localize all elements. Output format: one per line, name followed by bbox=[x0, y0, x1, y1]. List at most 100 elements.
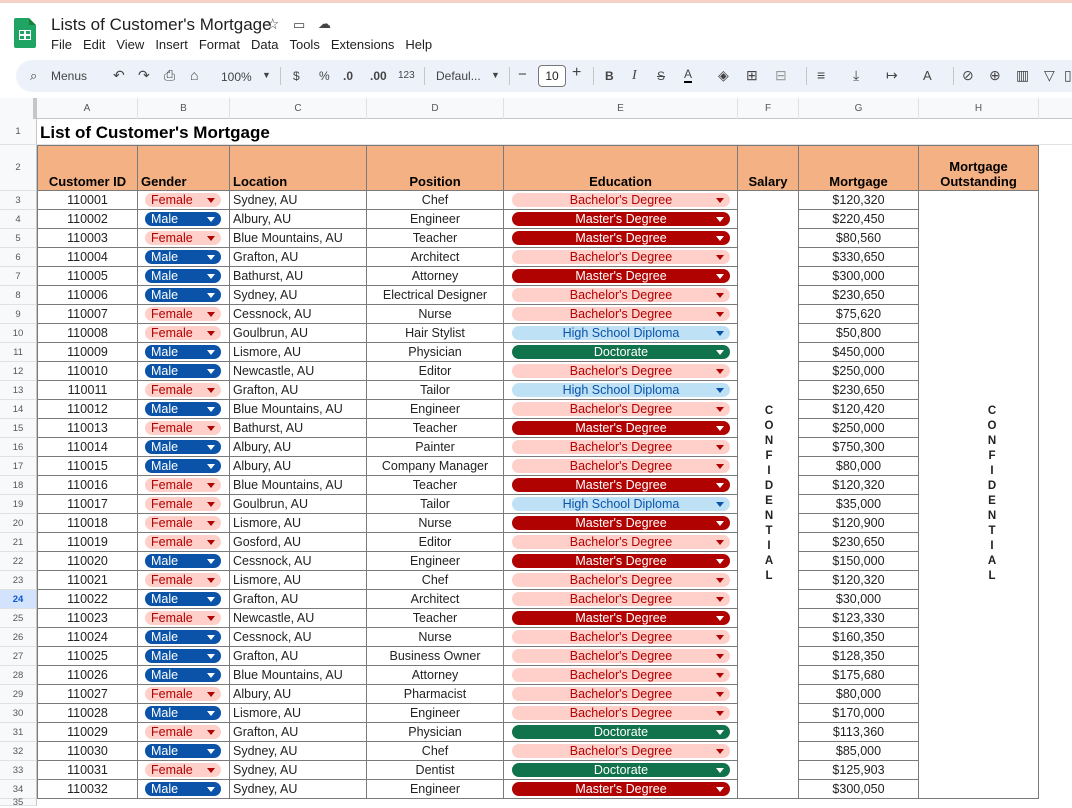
gender-dropdown-chip[interactable]: Male bbox=[145, 402, 221, 416]
gender-dropdown-chip[interactable]: Female bbox=[145, 231, 221, 245]
cell-gender[interactable]: Female bbox=[138, 495, 230, 514]
column-header-c[interactable]: C bbox=[230, 98, 367, 119]
cell-customer-id[interactable]: 110008 bbox=[37, 324, 138, 343]
cell-position[interactable]: Teacher bbox=[367, 609, 504, 628]
cell-location[interactable]: Grafton, AU bbox=[230, 248, 367, 267]
cell-location[interactable]: Grafton, AU bbox=[230, 647, 367, 666]
row-number[interactable]: 22 bbox=[0, 552, 37, 571]
row-number[interactable]: 20 bbox=[0, 514, 37, 533]
cell-position[interactable]: Attorney bbox=[367, 666, 504, 685]
select-all-corner[interactable] bbox=[0, 98, 37, 119]
row-number[interactable]: 33 bbox=[0, 761, 37, 780]
filter-views-icon[interactable]: ▯ bbox=[1064, 67, 1072, 84]
education-dropdown-chip[interactable]: Bachelor's Degree bbox=[512, 706, 730, 720]
cell-mortgage[interactable]: $120,900 bbox=[799, 514, 919, 533]
print-icon[interactable]: ⎙ bbox=[164, 67, 175, 84]
education-dropdown-chip[interactable]: Bachelor's Degree bbox=[512, 364, 730, 378]
strikethrough-button[interactable]: S bbox=[657, 69, 665, 83]
cell-education[interactable]: High School Diploma bbox=[504, 324, 738, 343]
cell-mortgage[interactable]: $300,000 bbox=[799, 267, 919, 286]
gender-dropdown-chip[interactable]: Female bbox=[145, 383, 221, 397]
header-education[interactable]: Education bbox=[504, 145, 738, 191]
cell-location[interactable]: Bathurst, AU bbox=[230, 267, 367, 286]
gender-dropdown-chip[interactable]: Male bbox=[145, 459, 221, 473]
cell-education[interactable]: Doctorate bbox=[504, 723, 738, 742]
column-header-d[interactable]: D bbox=[367, 98, 504, 119]
cell-position[interactable]: Editor bbox=[367, 533, 504, 552]
cell-mortgage[interactable]: $35,000 bbox=[799, 495, 919, 514]
cell-location[interactable]: Albury, AU bbox=[230, 210, 367, 229]
row-number[interactable]: 16 bbox=[0, 438, 37, 457]
cell-gender[interactable]: Male bbox=[138, 742, 230, 761]
row-number[interactable]: 9 bbox=[0, 305, 37, 324]
cell-position[interactable]: Teacher bbox=[367, 229, 504, 248]
education-dropdown-chip[interactable]: High School Diploma bbox=[512, 326, 730, 340]
cell-mortgage[interactable]: $75,620 bbox=[799, 305, 919, 324]
education-dropdown-chip[interactable]: Bachelor's Degree bbox=[512, 687, 730, 701]
gender-dropdown-chip[interactable]: Female bbox=[145, 326, 221, 340]
column-header-b[interactable]: B bbox=[138, 98, 230, 119]
cell-education[interactable]: Bachelor's Degree bbox=[504, 286, 738, 305]
row-number[interactable]: 7 bbox=[0, 267, 37, 286]
cell-location[interactable]: Lismore, AU bbox=[230, 704, 367, 723]
cell-customer-id[interactable]: 110009 bbox=[37, 343, 138, 362]
gender-dropdown-chip[interactable]: Female bbox=[145, 478, 221, 492]
move-folder-icon[interactable]: ▭ bbox=[293, 17, 305, 33]
row-number[interactable]: 25 bbox=[0, 609, 37, 628]
cell-mortgage[interactable]: $50,800 bbox=[799, 324, 919, 343]
cell-customer-id[interactable]: 110005 bbox=[37, 267, 138, 286]
row-number[interactable]: 10 bbox=[0, 324, 37, 343]
cell-mortgage[interactable]: $120,320 bbox=[799, 191, 919, 210]
cell-customer-id[interactable]: 110019 bbox=[37, 533, 138, 552]
cell-location[interactable]: Blue Mountains, AU bbox=[230, 400, 367, 419]
cell-education[interactable]: Master's Degree bbox=[504, 609, 738, 628]
cell-customer-id[interactable]: 110023 bbox=[37, 609, 138, 628]
cell-mortgage[interactable]: $120,320 bbox=[799, 476, 919, 495]
row-number[interactable]: 32 bbox=[0, 742, 37, 761]
cell-education[interactable]: Bachelor's Degree bbox=[504, 628, 738, 647]
cell-location[interactable]: Albury, AU bbox=[230, 457, 367, 476]
education-dropdown-chip[interactable]: Master's Degree bbox=[512, 782, 730, 796]
cell-customer-id[interactable]: 110027 bbox=[37, 685, 138, 704]
cell-customer-id[interactable]: 110001 bbox=[37, 191, 138, 210]
cell-gender[interactable]: Male bbox=[138, 552, 230, 571]
column-header-h[interactable]: H bbox=[919, 98, 1039, 119]
gender-dropdown-chip[interactable]: Male bbox=[145, 440, 221, 454]
education-dropdown-chip[interactable]: Master's Degree bbox=[512, 516, 730, 530]
cell-education[interactable]: High School Diploma bbox=[504, 495, 738, 514]
education-dropdown-chip[interactable]: Master's Degree bbox=[512, 231, 730, 245]
cell-gender[interactable]: Male bbox=[138, 647, 230, 666]
cell-location[interactable]: Sydney, AU bbox=[230, 191, 367, 210]
gender-dropdown-chip[interactable]: Female bbox=[145, 725, 221, 739]
menu-help[interactable]: Help bbox=[405, 37, 432, 52]
cell-gender[interactable]: Male bbox=[138, 343, 230, 362]
cell-gender[interactable]: Female bbox=[138, 229, 230, 248]
cell-position[interactable]: Teacher bbox=[367, 419, 504, 438]
cell-education[interactable]: Bachelor's Degree bbox=[504, 400, 738, 419]
education-dropdown-chip[interactable]: Master's Degree bbox=[512, 421, 730, 435]
row-number[interactable]: 29 bbox=[0, 685, 37, 704]
cell-location[interactable]: Goulbrun, AU bbox=[230, 495, 367, 514]
borders-icon[interactable]: ⊞ bbox=[746, 67, 758, 84]
gender-dropdown-chip[interactable]: Female bbox=[145, 763, 221, 777]
cell-location[interactable]: Blue Mountains, AU bbox=[230, 229, 367, 248]
cell-position[interactable]: Dentist bbox=[367, 761, 504, 780]
cell-mortgage[interactable]: $300,050 bbox=[799, 780, 919, 799]
cell-position[interactable]: Nurse bbox=[367, 514, 504, 533]
education-dropdown-chip[interactable]: Bachelor's Degree bbox=[512, 649, 730, 663]
cell-mortgage[interactable]: $330,650 bbox=[799, 248, 919, 267]
cell-location[interactable]: Goulbrun, AU bbox=[230, 324, 367, 343]
cell-education[interactable]: Doctorate bbox=[504, 343, 738, 362]
menu-file[interactable]: File bbox=[51, 37, 72, 52]
education-dropdown-chip[interactable]: Master's Degree bbox=[512, 611, 730, 625]
education-dropdown-chip[interactable]: Bachelor's Degree bbox=[512, 630, 730, 644]
column-header-f[interactable]: F bbox=[738, 98, 799, 119]
row-number[interactable]: 1 bbox=[0, 119, 37, 145]
menus-search-button[interactable]: Menus bbox=[51, 69, 87, 83]
header-position[interactable]: Position bbox=[367, 145, 504, 191]
education-dropdown-chip[interactable]: Master's Degree bbox=[512, 554, 730, 568]
bold-button[interactable]: B bbox=[605, 69, 614, 83]
cell-position[interactable]: Engineer bbox=[367, 780, 504, 799]
cell-education[interactable]: Master's Degree bbox=[504, 419, 738, 438]
cell-gender[interactable]: Male bbox=[138, 362, 230, 381]
